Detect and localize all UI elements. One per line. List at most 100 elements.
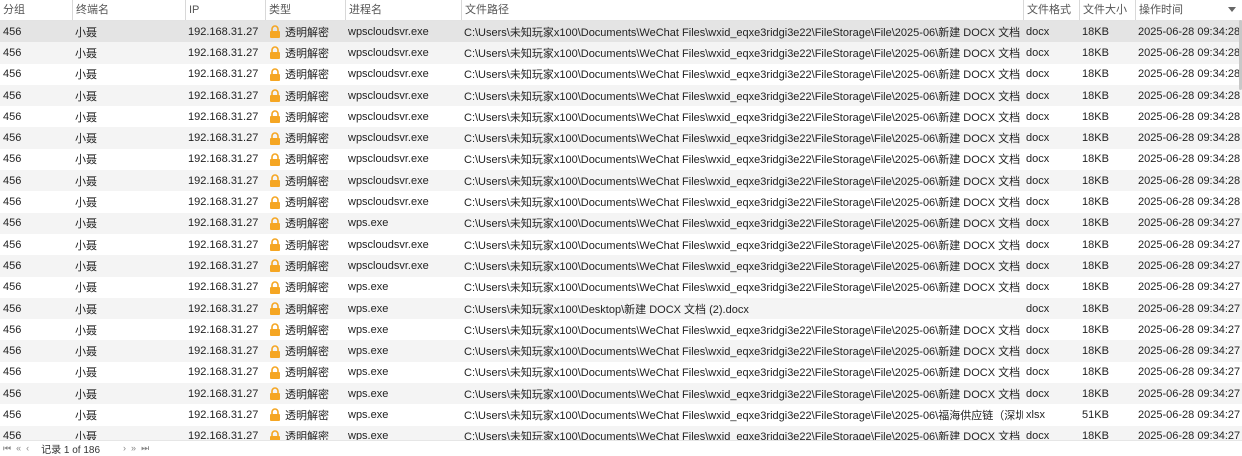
col-header-ip[interactable]: IP [185,0,265,20]
cell-ip: 192.168.31.27 [188,89,259,102]
table-row[interactable]: 456 小聂 192.168.31.27 透明解密 wps.exe C:\Users\未知… [0,212,1242,234]
cell-path: C:\Users\未知玩家x100\Documents\WeChat Files… [464,218,1023,231]
cell-ip: 192.168.31.27 [188,110,259,123]
cell-process: wpscloudsvr.exe [348,132,429,145]
cell-format: docx [1026,430,1050,440]
cell-ip: 192.168.31.27 [188,387,259,400]
type-label: 透明解密 [285,47,329,60]
col-header-terminal[interactable]: 终端名 [72,0,185,20]
next-record-icon[interactable]: › [120,443,128,453]
cell-format: docx [1026,110,1050,123]
cell-time: 2025-06-28 09:34:27 [1138,387,1241,400]
table-row[interactable]: 456 小聂 192.168.31.27 透明解密 wpscloudsvr.exe C:\… [0,255,1242,277]
first-record-icon[interactable]: ⏮ [0,443,13,454]
cell-format: docx [1026,68,1050,81]
cell-path: C:\Users\未知玩家x100\Documents\WeChat Files… [464,197,1023,210]
cell-ip: 192.168.31.27 [188,132,259,145]
col-header-group[interactable]: 分组 [0,0,72,20]
col-header-time[interactable]: 操作时间 [1135,0,1242,20]
type-label: 透明解密 [285,346,329,359]
cell-ip: 192.168.31.27 [188,366,259,379]
cell-group: 456 [3,46,22,59]
cell-time: 2025-06-28 09:34:27 [1138,302,1241,315]
table-row[interactable]: 456 小聂 192.168.31.27 透明解密 wps.exe C:\Users\未知… [0,383,1242,405]
cell-time: 2025-06-28 09:34:28 [1138,153,1241,166]
cell-format: docx [1026,302,1050,315]
table-row[interactable]: 456 小聂 192.168.31.27 透明解密 wpscloudsvr.exe C:\… [0,42,1242,64]
cell-group: 456 [3,323,22,336]
table-row[interactable]: 456 小聂 192.168.31.27 透明解密 wps.exe C:\Users\未知… [0,340,1242,362]
cell-ip: 192.168.31.27 [188,281,259,294]
cell-format: xlsx [1026,408,1045,421]
lock-icon [270,238,280,252]
cell-process: wps.exe [348,366,389,379]
cell-size: 18KB [1082,89,1109,102]
lock-icon [270,68,280,81]
cell-process: wpscloudsvr.exe [348,89,429,102]
grid-body: 456 小聂 192.168.31.27 透明解密 wpscloudsvr.exe C:\… [0,21,1242,440]
cell-ip: 192.168.31.27 [188,174,259,187]
lock-icon [270,174,280,188]
type-label: 透明解密 [285,133,329,146]
lock-icon [270,131,280,145]
cell-terminal: 小聂 [75,239,97,252]
cell-process: wpscloudsvr.exe [348,153,429,166]
table-row[interactable]: 456 小聂 192.168.31.27 透明解密 wpscloudsvr.exe C:\… [0,106,1242,127]
col-header-type[interactable]: 类型 [265,0,345,20]
lock-icon [270,217,280,230]
cell-process: wpscloudsvr.exe [348,196,429,209]
col-header-process[interactable]: 进程名 [345,0,461,20]
cell-process: wps.exe [348,408,389,421]
type-label: 透明解密 [285,69,329,82]
table-row[interactable]: 456 小聂 192.168.31.27 透明解密 wps.exe C:\Users\未知… [0,277,1242,298]
cell-process: wps.exe [348,281,389,294]
table-row[interactable]: 456 小聂 192.168.31.27 透明解密 wpscloudsvr.exe C:\… [0,64,1242,85]
cell-time: 2025-06-28 09:34:28 [1138,110,1241,123]
cell-format: docx [1026,89,1050,102]
cell-path: C:\Users\未知玩家x100\Documents\WeChat Files… [464,388,1023,401]
table-row[interactable]: 456 小聂 192.168.31.27 透明解密 wps.exe C:\Users\未知… [0,319,1242,340]
cell-format: docx [1026,174,1050,187]
cell-ip: 192.168.31.27 [188,25,259,38]
cell-size: 18KB [1082,132,1109,145]
table-row[interactable]: 456 小聂 192.168.31.27 透明解密 wpscloudsvr.exe C:\… [0,21,1242,43]
cell-size: 18KB [1082,174,1109,187]
table-row[interactable]: 456 小聂 192.168.31.27 透明解密 wpscloudsvr.exe C:\… [0,170,1242,192]
table-row[interactable]: 456 小聂 192.168.31.27 透明解密 wpscloudsvr.exe C:\… [0,127,1242,149]
cell-path: C:\Users\未知玩家x100\Documents\WeChat Files… [464,431,1023,440]
table-row[interactable]: 456 小聂 192.168.31.27 透明解密 wpscloudsvr.exe C:\… [0,149,1242,170]
cell-type: 透明解密 [265,130,345,146]
sort-desc-icon[interactable] [1228,7,1236,12]
vertical-scrollbar[interactable] [1238,20,1242,440]
cell-type: 透明解密 [265,194,345,210]
cell-terminal: 小聂 [75,133,97,146]
col-header-format[interactable]: 文件格式 [1023,0,1079,20]
table-row[interactable]: 456 小聂 192.168.31.27 透明解密 wps.exe C:\Users\未知… [0,425,1242,440]
next-page-icon[interactable]: » [128,443,138,453]
cell-path: C:\Users\未知玩家x100\Documents\WeChat Files… [464,133,1023,146]
col-header-time-label: 操作时间 [1139,4,1183,16]
cell-terminal: 小聂 [75,90,97,103]
col-header-path[interactable]: 文件路径 [461,0,1023,20]
cell-path: C:\Users\未知玩家x100\Documents\WeChat Files… [464,90,1023,103]
cell-path: C:\Users\未知玩家x100\Documents\WeChat Files… [464,346,1023,359]
cell-size: 18KB [1082,259,1109,272]
lock-icon [270,110,280,124]
last-record-icon[interactable]: ⏭ [138,443,151,454]
table-row[interactable]: 456 小聂 192.168.31.27 透明解密 wpscloudsvr.exe C:\… [0,84,1242,107]
cell-path: C:\Users\未知玩家x100\Documents\WeChat Files… [464,409,1023,422]
table-row[interactable]: 456 小聂 192.168.31.27 透明解密 wps.exe C:\Users\未知… [0,404,1242,425]
col-header-size[interactable]: 文件大小 [1079,0,1135,20]
type-label: 透明解密 [285,26,329,39]
table-row[interactable]: 456 小聂 192.168.31.27 透明解密 wpscloudsvr.exe C:\… [0,191,1242,212]
table-row[interactable]: 456 小聂 192.168.31.27 透明解密 wps.exe C:\Users\未知… [0,362,1242,383]
table-row[interactable]: 456 小聂 192.168.31.27 透明解密 wpscloudsvr.exe C:\… [0,234,1242,255]
cell-path: C:\Users\未知玩家x100\Documents\WeChat Files… [464,175,1023,188]
prev-page-icon[interactable]: « [13,443,23,453]
cell-terminal: 小聂 [75,388,97,401]
cell-process: wpscloudsvr.exe [348,25,429,38]
table-row[interactable]: 456 小聂 192.168.31.27 透明解密 wps.exe C:\Users\未知… [0,297,1242,320]
prev-record-icon[interactable]: ‹ [23,443,31,453]
cell-terminal: 小聂 [75,111,97,124]
cell-format: docx [1026,25,1050,38]
